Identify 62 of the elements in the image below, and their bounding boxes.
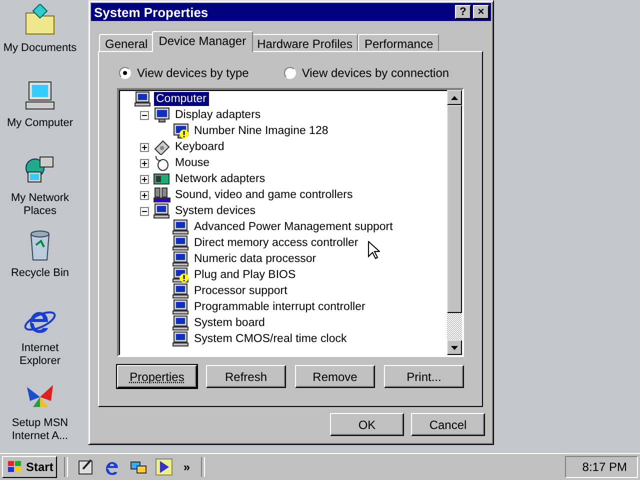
- device-button[interactable]: Remove: [295, 365, 375, 388]
- expand-icon[interactable]: [140, 174, 149, 184]
- collapse-icon[interactable]: [140, 206, 149, 216]
- more-button[interactable]: »: [179, 460, 194, 474]
- dialog-button[interactable]: OK: [330, 413, 404, 436]
- tab[interactable]: Device Manager: [152, 31, 254, 52]
- scrollbar[interactable]: [447, 90, 462, 355]
- expand-icon[interactable]: [140, 190, 149, 200]
- tree-item[interactable]: Mouse: [173, 156, 212, 170]
- scroll-up-button[interactable]: [447, 90, 462, 105]
- radio-button[interactable]: [284, 67, 296, 79]
- collapse-icon[interactable]: [140, 110, 149, 120]
- desktop-icon-label[interactable]: My Documents: [3, 42, 77, 55]
- tree-item[interactable]: System CMOS/real time clock: [192, 332, 349, 346]
- mouse-icon: [153, 155, 171, 171]
- tree-item[interactable]: Direct memory access controller: [192, 236, 360, 250]
- clock: 8:17 PM: [565, 456, 638, 478]
- windows-logo-icon: [6, 460, 24, 474]
- tab[interactable]: General: [99, 34, 154, 52]
- computer-icon: [134, 91, 152, 107]
- tree-item[interactable]: Number Nine Imagine 128: [192, 124, 330, 138]
- mouse-pointer-icon: [368, 241, 380, 259]
- tab[interactable]: Hardware Profiles: [251, 34, 358, 52]
- desktop-icon-label[interactable]: Recycle Bin: [10, 267, 70, 280]
- tree-item[interactable]: System board: [192, 316, 267, 330]
- dialog-button[interactable]: Cancel: [411, 413, 485, 436]
- monitor-icon: [153, 107, 171, 123]
- desktop-icon-label[interactable]: My Network Places: [0, 192, 80, 218]
- tree-item[interactable]: Plug and Play BIOS: [192, 268, 298, 282]
- tree-item[interactable]: Keyboard: [173, 140, 226, 154]
- desktop-icon[interactable]: [77, 458, 96, 476]
- close-button[interactable]: ×: [473, 5, 489, 19]
- radio-button[interactable]: [119, 67, 131, 79]
- expand-icon[interactable]: [140, 142, 149, 152]
- tab[interactable]: Performance: [358, 34, 440, 52]
- desktop-icon-label[interactable]: My Computer: [6, 117, 74, 130]
- start-button[interactable]: Start: [2, 456, 58, 478]
- window-title: System Properties: [94, 4, 208, 20]
- help-button[interactable]: ?: [455, 5, 471, 19]
- tree-item[interactable]: Numeric data processor: [192, 252, 318, 266]
- tree-item[interactable]: Network adapters: [173, 172, 268, 186]
- tree-item[interactable]: Computer: [154, 92, 208, 106]
- desktop-icon-label[interactable]: Internet Explorer: [0, 342, 80, 368]
- scroll-thumb[interactable]: [447, 105, 462, 313]
- device-button[interactable]: Refresh: [206, 365, 286, 388]
- up-arrow-icon: [451, 96, 458, 100]
- scroll-down-button[interactable]: [447, 340, 462, 355]
- media-icon[interactable]: [155, 458, 174, 476]
- device-button[interactable]: Properties: [117, 365, 197, 388]
- tree-item[interactable]: System devices: [173, 204, 258, 218]
- tree-item[interactable]: Display adapters: [173, 108, 263, 122]
- desktop-icon-label[interactable]: Setup MSN Internet A...: [0, 417, 80, 443]
- tree-item[interactable]: Processor support: [192, 284, 290, 298]
- down-arrow-icon: [451, 346, 458, 350]
- netcard-icon: [153, 171, 171, 187]
- tree-item[interactable]: Programmable interrupt controller: [192, 300, 368, 314]
- keyboard-icon: [153, 139, 171, 155]
- tree-item[interactable]: Sound, video and game controllers: [173, 188, 355, 202]
- device-button[interactable]: Print...: [384, 365, 464, 388]
- tree-item[interactable]: Advanced Power Management support: [192, 220, 395, 234]
- computer-icon: [153, 203, 171, 219]
- expand-icon[interactable]: [140, 158, 149, 168]
